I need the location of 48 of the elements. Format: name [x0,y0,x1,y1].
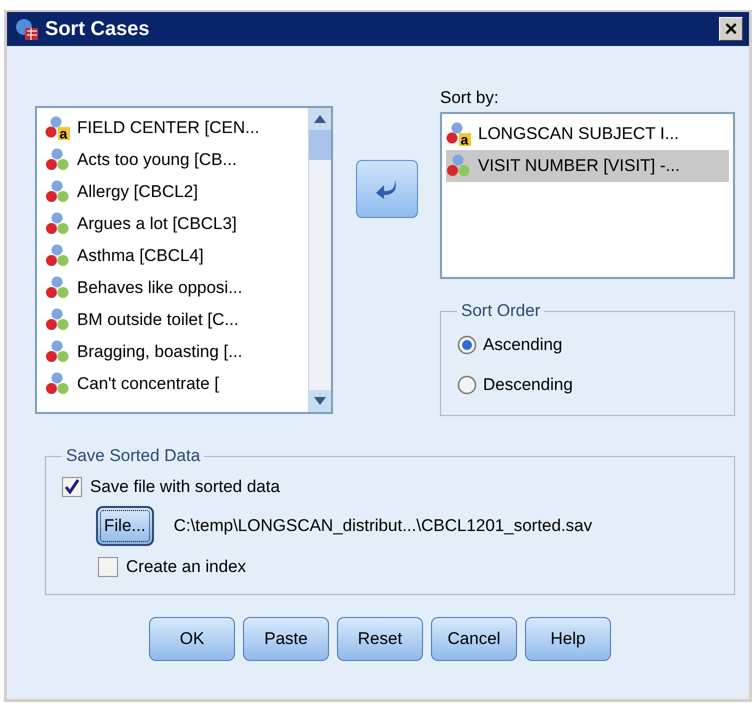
variable-item[interactable]: Asthma [CBCL4] [45,240,304,272]
nominal-variable-icon [446,153,472,179]
nominal-variable-icon [45,147,71,173]
variable-item[interactable]: a FIELD CENTER [CEN... [45,112,304,144]
file-button[interactable]: File... [96,506,154,546]
variable-item[interactable]: Argues a lot [CBCL3] [45,208,304,240]
group-title: Sort Order [460,301,542,321]
variable-item[interactable]: BM outside toilet [C... [45,304,304,336]
nominal-variable-icon [45,179,71,205]
down-arrow-icon [314,397,326,405]
dialog-button[interactable]: OK [149,617,235,661]
sort-variable-item[interactable]: VISIT NUMBER [VISIT] -... [446,150,729,182]
up-arrow-icon [314,115,326,123]
sort-variable-item[interactable]: a LONGSCAN SUBJECT I... [446,118,729,150]
variable-item[interactable]: Can't concentrate [ [45,368,304,400]
radio-button[interactable] [457,335,477,355]
nominal-variable-icon [45,371,71,397]
checkbox[interactable] [62,477,82,497]
radio-option[interactable]: Ascending [457,325,722,365]
app-icon [15,17,39,41]
checkmark-icon [64,479,80,495]
window-title: Sort Cases [45,18,150,40]
variable-item[interactable]: Acts too young [CB... [45,144,304,176]
group-title: Save Sorted Data [65,446,202,466]
dialog-button[interactable]: Paste [243,617,329,661]
checkbox[interactable] [98,557,118,577]
nominal-variable-icon [45,339,71,365]
scrollbar-thumb[interactable] [309,130,331,160]
variable-item[interactable]: Bragging, boasting [... [45,336,304,368]
nominal-variable-icon [45,275,71,301]
nominal-variable-icon [45,243,71,269]
move-button[interactable] [356,160,418,218]
variable-item[interactable]: Behaves like opposi... [45,272,304,304]
dialog-button[interactable]: Reset [337,617,423,661]
radio-button[interactable] [457,375,477,395]
sort-by-label: Sort by: [440,88,500,108]
save-file-checkbox[interactable]: Save file with sorted data [62,470,722,504]
radio-option[interactable]: Descending [457,365,722,405]
close-button[interactable]: × [719,17,743,41]
nominal-variable-icon [45,307,71,333]
dialog-button[interactable]: Help [525,617,611,661]
create-index-checkbox[interactable]: Create an index [98,550,722,584]
nominal-variable-icon [45,211,71,237]
variable-item[interactable]: Allergy [CBCL2] [45,176,304,208]
return-arrow-icon [374,178,398,200]
scrollbar[interactable] [308,108,331,412]
file-path: C:\temp\LONGSCAN_distribut...\CBCL1201_sorted.sav [174,516,592,536]
dialog-button[interactable]: Cancel [431,617,517,661]
